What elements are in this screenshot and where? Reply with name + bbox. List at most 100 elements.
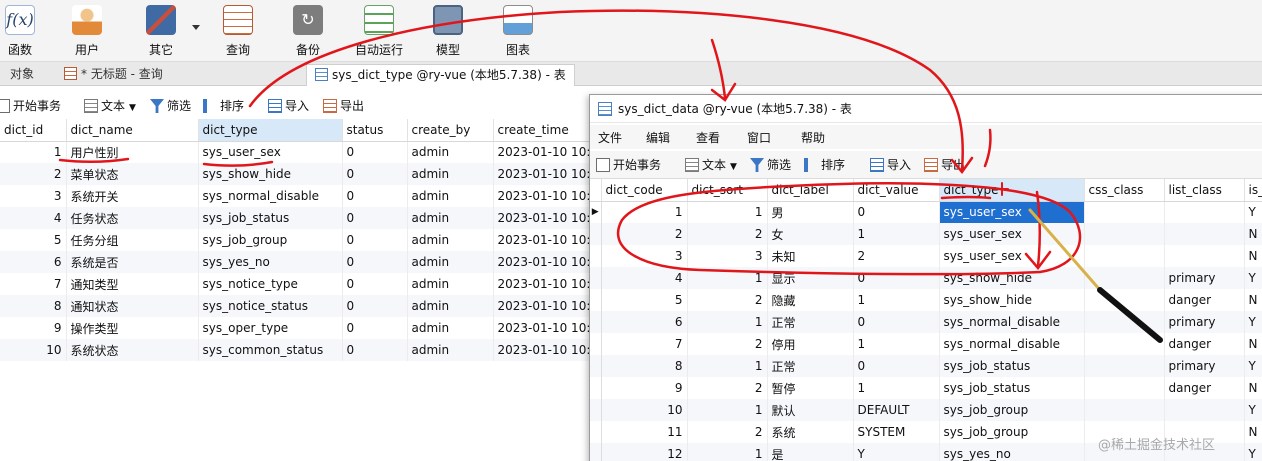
table-cell[interactable]: danger [1164, 289, 1245, 311]
table-cell[interactable]: 1 [853, 289, 940, 311]
table-cell[interactable]: 1 [853, 377, 940, 399]
table-cell[interactable]: 系统状态 [66, 339, 199, 361]
table-cell[interactable] [1084, 201, 1165, 223]
table-cell[interactable] [1084, 267, 1165, 289]
table-cell[interactable]: 3 [601, 245, 688, 267]
table-cell[interactable]: sys_job_status [939, 355, 1085, 377]
table-cell[interactable]: 任务状态 [66, 207, 199, 229]
table-row[interactable]: 9 2 暂停 1 sys_job_status danger N [590, 377, 1262, 399]
tab-objects[interactable]: 对象 [2, 64, 42, 86]
model-button[interactable]: 模型 [418, 2, 478, 60]
table-cell[interactable]: 3 [687, 245, 768, 267]
table-cell[interactable]: 2023-01-10 10:5 [493, 251, 591, 273]
auto-run-button[interactable]: 自动运行 [346, 2, 412, 60]
table-row[interactable]: 2 2 女 1 sys_user_sex N [590, 223, 1262, 245]
table-cell[interactable]: 0 [342, 317, 408, 339]
table-cell[interactable]: N [1244, 223, 1262, 245]
row-marker[interactable] [590, 223, 602, 245]
table-cell[interactable] [1084, 333, 1165, 355]
table-cell[interactable]: 1 [687, 201, 768, 223]
table-row[interactable]: 5 任务分组 sys_job_group 0 admin 2023-01-10 10:5 [0, 229, 591, 251]
table-cell[interactable]: 9 [601, 377, 688, 399]
table-cell[interactable]: SYSTEM [853, 421, 940, 443]
table-cell[interactable]: sys_job_status [198, 207, 343, 229]
table-cell[interactable] [1084, 355, 1165, 377]
table-cell[interactable]: 1 [687, 267, 768, 289]
table-cell[interactable]: sys_job_group [939, 421, 1085, 443]
table-cell[interactable]: N [1244, 245, 1262, 267]
table-row[interactable]: ▶ 1 1 男 0 sys_user_sex Y [590, 201, 1262, 223]
table-row[interactable]: 2 菜单状态 sys_show_hide 0 admin 2023-01-10 10:5 [0, 163, 591, 185]
tab-query[interactable]: * 无标题 - 查询 [56, 64, 171, 86]
row-marker[interactable] [590, 355, 602, 377]
column-header-dict-id[interactable]: dict_id [0, 119, 67, 142]
sort-button[interactable]: 排序 [203, 96, 244, 116]
column-header-dict-type[interactable]: dict_type [939, 179, 1085, 202]
dict-data-text-button[interactable]: 文本 ▼ [685, 155, 737, 175]
table-cell[interactable]: 0 [853, 355, 940, 377]
row-marker[interactable] [590, 245, 602, 267]
table-cell[interactable]: sys_show_hide [939, 289, 1085, 311]
table-cell[interactable] [1084, 377, 1165, 399]
column-header-status[interactable]: status [342, 119, 408, 142]
table-cell[interactable]: sys_user_sex [198, 141, 343, 163]
dict-data-begin-transaction-button[interactable]: 开始事务 [596, 155, 661, 175]
menu-window[interactable]: 窗口 [747, 129, 771, 146]
table-cell[interactable]: 通知类型 [66, 273, 199, 295]
table-cell[interactable]: sys_show_hide [198, 163, 343, 185]
table-cell[interactable]: 2023-01-10 10:5 [493, 317, 591, 339]
table-cell[interactable]: 10 [0, 339, 67, 361]
row-marker[interactable]: ▶ [590, 201, 602, 223]
table-cell[interactable]: 隐藏 [767, 289, 854, 311]
table-cell[interactable] [1084, 245, 1165, 267]
table-cell[interactable]: 2023-01-10 10:5 [493, 185, 591, 207]
table-cell[interactable]: 系统 [767, 421, 854, 443]
table-row[interactable]: 10 1 默认 DEFAULT sys_job_group Y [590, 399, 1262, 421]
dict-type-grid[interactable]: dict_id dict_name dict_type status creat… [0, 119, 591, 361]
table-cell[interactable]: admin [407, 295, 494, 317]
table-cell[interactable]: N [1244, 377, 1262, 399]
table-cell[interactable]: 2023-01-10 10:5 [493, 229, 591, 251]
table-cell[interactable]: 2023-01-10 10:5 [493, 141, 591, 163]
table-cell[interactable]: 4 [0, 207, 67, 229]
column-header-dict-sort[interactable]: dict_sort [687, 179, 768, 202]
column-header-css-class[interactable]: css_class [1084, 179, 1165, 202]
table-cell[interactable]: sys_user_sex [939, 245, 1085, 267]
column-header-is-default[interactable]: is_ [1244, 179, 1262, 202]
table-cell[interactable]: N [1244, 421, 1262, 443]
table-cell[interactable]: 2023-01-10 10:5 [493, 295, 591, 317]
table-row[interactable]: 7 通知类型 sys_notice_type 0 admin 2023-01-10 10:… [0, 273, 591, 295]
user-button[interactable]: 用户 [57, 2, 117, 60]
table-cell[interactable]: 6 [0, 251, 67, 273]
table-cell[interactable]: admin [407, 141, 494, 163]
table-cell[interactable] [1084, 289, 1165, 311]
table-cell[interactable]: 2 [687, 223, 768, 245]
dict-data-filter-button[interactable]: 筛选 [750, 155, 791, 175]
table-cell[interactable]: 0 [342, 185, 408, 207]
table-cell[interactable]: admin [407, 163, 494, 185]
table-cell[interactable]: sys_job_group [939, 399, 1085, 421]
column-header-dict-name[interactable]: dict_name [66, 119, 199, 142]
table-row[interactable]: 8 1 正常 0 sys_job_status primary Y [590, 355, 1262, 377]
function-button[interactable]: f(x) 函数 [0, 2, 50, 60]
column-header-dict-value[interactable]: dict_value [853, 179, 940, 202]
table-cell[interactable]: 系统是否 [66, 251, 199, 273]
filter-button[interactable]: 筛选 [150, 96, 191, 116]
table-row[interactable]: 1 用户性别 sys_user_sex 0 admin 2023-01-10 10:5 [0, 141, 591, 163]
table-cell[interactable]: 0 [853, 311, 940, 333]
row-marker[interactable] [590, 399, 602, 421]
backup-button[interactable]: ↻ 备份 [278, 2, 338, 60]
table-cell[interactable] [1164, 245, 1245, 267]
table-cell[interactable]: sys_notice_type [198, 273, 343, 295]
row-marker[interactable] [590, 289, 602, 311]
table-cell[interactable]: 2 [853, 245, 940, 267]
table-cell[interactable]: 2 [0, 163, 67, 185]
table-cell[interactable]: sys_common_status [198, 339, 343, 361]
column-header-dict-label[interactable]: dict_label [767, 179, 854, 202]
table-cell[interactable]: 停用 [767, 333, 854, 355]
table-row[interactable]: 7 2 停用 1 sys_normal_disable danger N [590, 333, 1262, 355]
table-cell[interactable]: 1 [687, 311, 768, 333]
table-cell[interactable]: primary [1164, 267, 1245, 289]
table-cell[interactable]: 是 [767, 443, 854, 461]
column-header-create-by[interactable]: create_by [407, 119, 494, 142]
